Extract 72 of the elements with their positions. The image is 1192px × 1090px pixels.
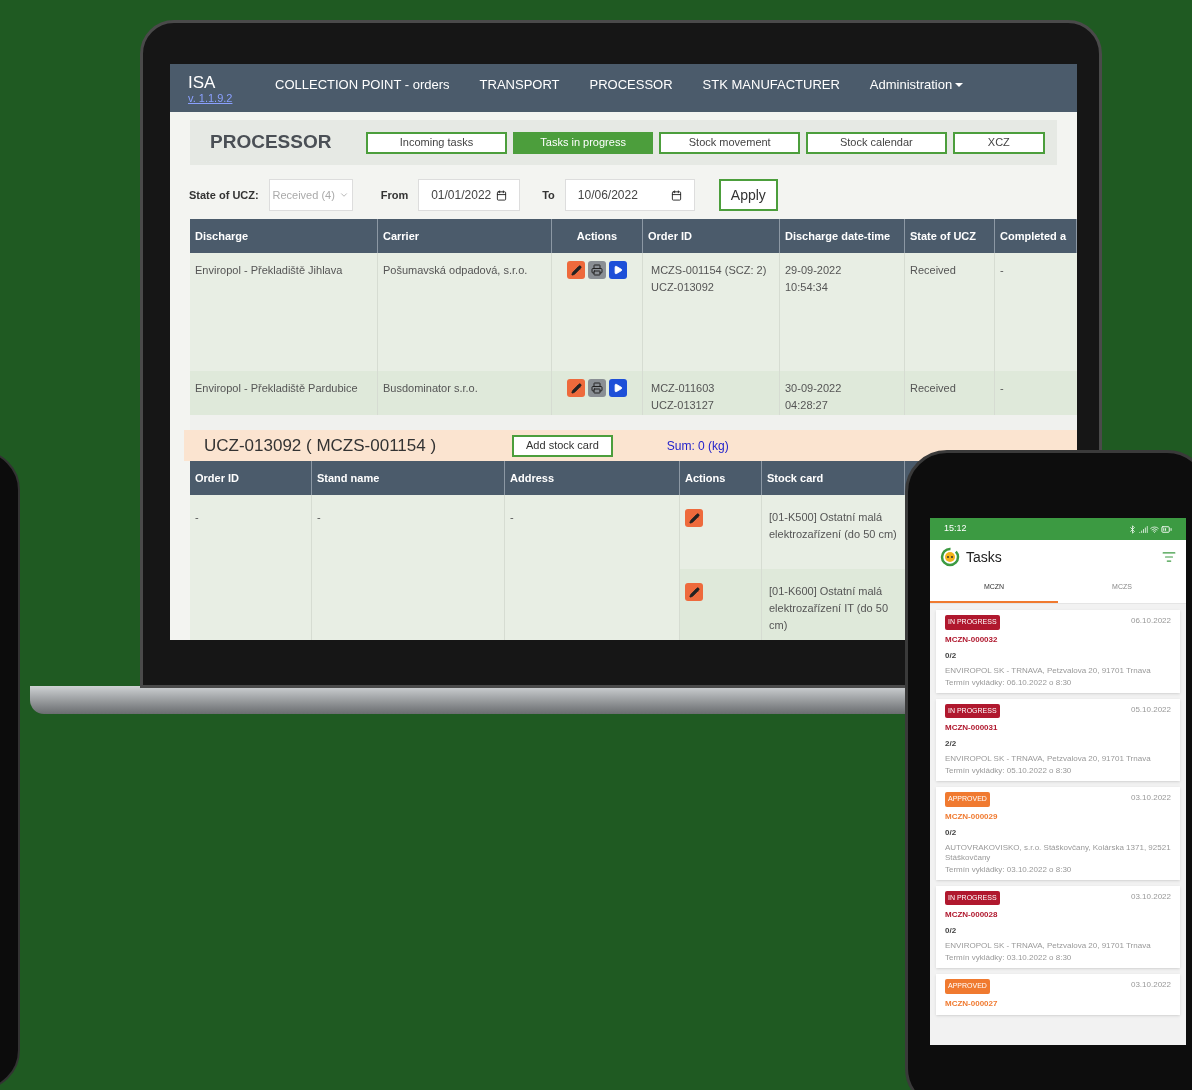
- table-cell-text: -: [999, 381, 1005, 396]
- task-address: ENVIROPOL SK - TRNAVA, Petzvalova 20, 91701 Trnava: [945, 754, 1152, 764]
- app-title: Tasks: [966, 547, 1002, 567]
- task-date: 03.10.2022: [1130, 890, 1171, 903]
- task-count: 0/2: [945, 649, 958, 662]
- tab-button[interactable]: XCZ: [952, 131, 1046, 154]
- nav-link[interactable]: Administration: [869, 75, 964, 95]
- caret-icon: [338, 190, 349, 200]
- page-title: PROCESSOR: [210, 130, 333, 155]
- task-count: 2/2: [945, 738, 958, 750]
- status-time: 15:12: [944, 522, 967, 536]
- stock-card-text: [01-K500] Ostatní malá elektrozařízení (do 50 cm): [768, 510, 898, 542]
- play-icon[interactable]: [609, 261, 627, 279]
- brand-name[interactable]: ISA: [188, 74, 275, 92]
- stock-card-text: [01-K600] Ostatní malá elektrozařízení IT (do 50 cm): [768, 584, 890, 633]
- table-cell-text: -: [999, 263, 1005, 278]
- task-address: ENVIROPOL SK - TRNAVA, Petzvalova 20, 91701 Trnava: [945, 665, 1152, 676]
- task-term: Termín vykládky: 03.10.2022 o 8:30: [945, 953, 1073, 963]
- detail-title: UCZ-013092 ( MCZS-001154 ): [204, 434, 438, 457]
- task-id: MCZN-000028: [945, 909, 999, 921]
- pencil-icon[interactable]: [685, 583, 703, 601]
- status-icons: [1128, 523, 1172, 535]
- table-cell: -: [312, 495, 505, 640]
- order-id-text: UCZ-013127: [651, 398, 715, 413]
- order-id-text: UCZ-013092: [651, 280, 715, 295]
- date-field[interactable]: 01/01/2022: [418, 179, 521, 211]
- task-address: AUTOVRAKOVISKO, s.r.o. Stáškovčany, Kolárska 1371, 92521 Stáškovčany: [945, 842, 1171, 863]
- logo-icon: [940, 547, 960, 567]
- nav-link[interactable]: PROCESSOR: [589, 75, 673, 95]
- apply-button[interactable]: Apply: [718, 179, 778, 211]
- task-term: Termín vykládky: 06.10.2022 o 8:30: [945, 677, 1073, 688]
- nav-link[interactable]: COLLECTION POINT - orders: [275, 75, 450, 95]
- order-id-text: MCZS-001154 (SCZ: 2): [651, 263, 768, 278]
- task-id: MCZN-000029: [945, 810, 999, 823]
- tab-button[interactable]: Incoming tasks: [366, 131, 507, 154]
- sum-text: Sum: 0 (kg): [666, 437, 729, 455]
- task-date: 05.10.2022: [1130, 703, 1171, 716]
- datetime-text: 04:28:27: [785, 398, 829, 413]
- date-field[interactable]: 10/06/2022: [564, 179, 695, 211]
- play-icon[interactable]: [609, 379, 627, 397]
- task-date: 03.10.2022: [1130, 792, 1171, 804]
- table-cell: -: [190, 495, 312, 640]
- add-stock-card-button[interactable]: Add stock card: [512, 434, 613, 457]
- task-id: MCZN-000032: [945, 633, 999, 646]
- pencil-icon[interactable]: [685, 509, 703, 527]
- task-address: ENVIROPOL SK - TRNAVA, Petzvalova 20, 91701 Trnava: [945, 941, 1152, 951]
- printer-icon[interactable]: [588, 261, 606, 279]
- task-date: 03.10.2022: [1130, 979, 1171, 991]
- nav-link[interactable]: TRANSPORT: [479, 75, 560, 95]
- printer-icon[interactable]: [588, 379, 606, 397]
- nav-link[interactable]: STK MANUFACTURER: [702, 75, 840, 95]
- task-id: MCZN-000031: [945, 722, 999, 734]
- filter-label: From: [380, 187, 409, 203]
- filter-label: To: [542, 187, 555, 203]
- order-id-text: MCZ-011603: [651, 381, 716, 396]
- filter-label: State of UCZ:: [189, 187, 259, 203]
- task-date: 06.10.2022: [1130, 615, 1171, 627]
- caret-icon[interactable]: [955, 82, 964, 87]
- datetime-text: 29-09-2022: [785, 263, 843, 278]
- tab-button[interactable]: Stock calendar: [806, 131, 947, 154]
- task-id: MCZN-000027: [945, 997, 999, 1010]
- task-term: Termín vykládky: 03.10.2022 o 8:30: [945, 864, 1073, 875]
- tab-button[interactable]: Stock movement: [659, 131, 801, 154]
- calendar-icon[interactable]: [670, 189, 682, 201]
- pencil-icon[interactable]: [567, 261, 585, 279]
- task-count: 0/2: [945, 925, 958, 937]
- datetime-text: 30-09-2022: [785, 381, 843, 396]
- datetime-text: 10:54:34: [785, 280, 829, 295]
- pencil-icon[interactable]: [567, 379, 585, 397]
- task-count: 0/2: [945, 826, 958, 839]
- task-term: Termín vykládky: 05.10.2022 o 8:30: [945, 766, 1073, 776]
- calendar-icon[interactable]: [496, 189, 508, 201]
